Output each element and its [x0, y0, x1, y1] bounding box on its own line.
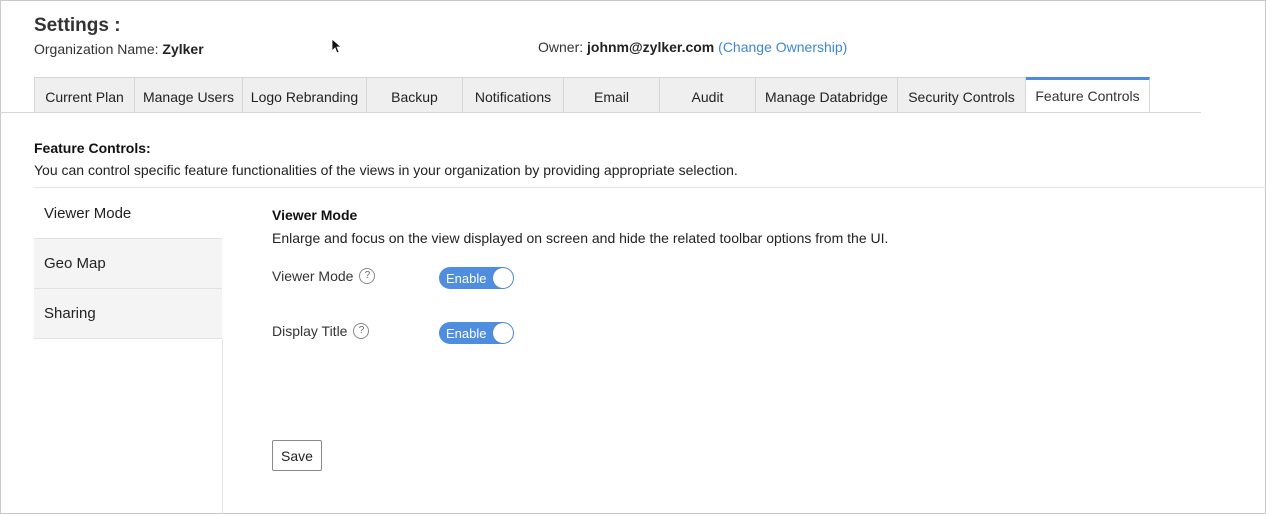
organization-name: Organization Name: Zylker — [34, 41, 204, 57]
section-divider — [34, 187, 1266, 188]
sidebar-item-sharing[interactable]: Sharing — [34, 289, 222, 339]
tab-manage-databridge[interactable]: Manage Databridge — [756, 77, 898, 113]
tab-audit[interactable]: Audit — [660, 77, 756, 113]
viewer-mode-setting-label: Viewer Mode ? — [272, 268, 376, 284]
page-title: Settings : — [34, 15, 121, 36]
setting-label: Display Title — [272, 323, 348, 339]
tab-backup[interactable]: Backup — [367, 77, 463, 113]
org-value: Zylker — [162, 41, 204, 57]
owner-label: Owner: — [538, 39, 584, 55]
settings-tabs: Current Plan Manage Users Logo Rebrandin… — [34, 77, 1150, 113]
help-icon[interactable]: ? — [353, 323, 370, 339]
tab-notifications[interactable]: Notifications — [463, 77, 564, 113]
mouse-cursor-icon — [331, 38, 341, 54]
tab-email[interactable]: Email — [564, 77, 660, 113]
section-description: You can control specific feature functio… — [34, 162, 738, 178]
panel-title: Viewer Mode — [272, 207, 358, 223]
tab-logo-rebranding[interactable]: Logo Rebranding — [243, 77, 367, 113]
setting-label: Viewer Mode — [272, 268, 354, 284]
viewer-mode-toggle[interactable]: Enable — [439, 267, 514, 289]
help-icon[interactable]: ? — [359, 268, 376, 284]
toggle-label: Enable — [446, 270, 487, 286]
sidebar-item-geo-map[interactable]: Geo Map — [34, 239, 222, 289]
tab-baseline-right — [1150, 112, 1201, 113]
sidebar-item-viewer-mode[interactable]: Viewer Mode — [34, 189, 222, 239]
display-title-toggle[interactable]: Enable — [439, 322, 514, 344]
toggle-knob — [493, 323, 513, 343]
tab-manage-users[interactable]: Manage Users — [135, 77, 243, 113]
owner-email: johnm@zylker.com — [587, 39, 715, 55]
tab-current-plan[interactable]: Current Plan — [34, 77, 135, 113]
tab-security-controls[interactable]: Security Controls — [898, 77, 1026, 113]
display-title-setting-label: Display Title ? — [272, 323, 370, 339]
feature-sidebar: Viewer Mode Geo Map Sharing — [34, 189, 222, 339]
sidebar-divider — [222, 339, 223, 514]
tab-baseline-left — [0, 112, 34, 113]
org-label: Organization Name: — [34, 41, 159, 57]
change-ownership-link[interactable]: (Change Ownership) — [718, 39, 847, 55]
section-title: Feature Controls: — [34, 140, 151, 156]
owner-info: Owner: johnm@zylker.com (Change Ownershi… — [538, 39, 847, 55]
tab-feature-controls[interactable]: Feature Controls — [1026, 77, 1150, 113]
toggle-label: Enable — [446, 325, 487, 341]
save-button[interactable]: Save — [272, 440, 322, 471]
panel-description: Enlarge and focus on the view displayed … — [272, 230, 889, 246]
toggle-knob — [493, 268, 513, 288]
